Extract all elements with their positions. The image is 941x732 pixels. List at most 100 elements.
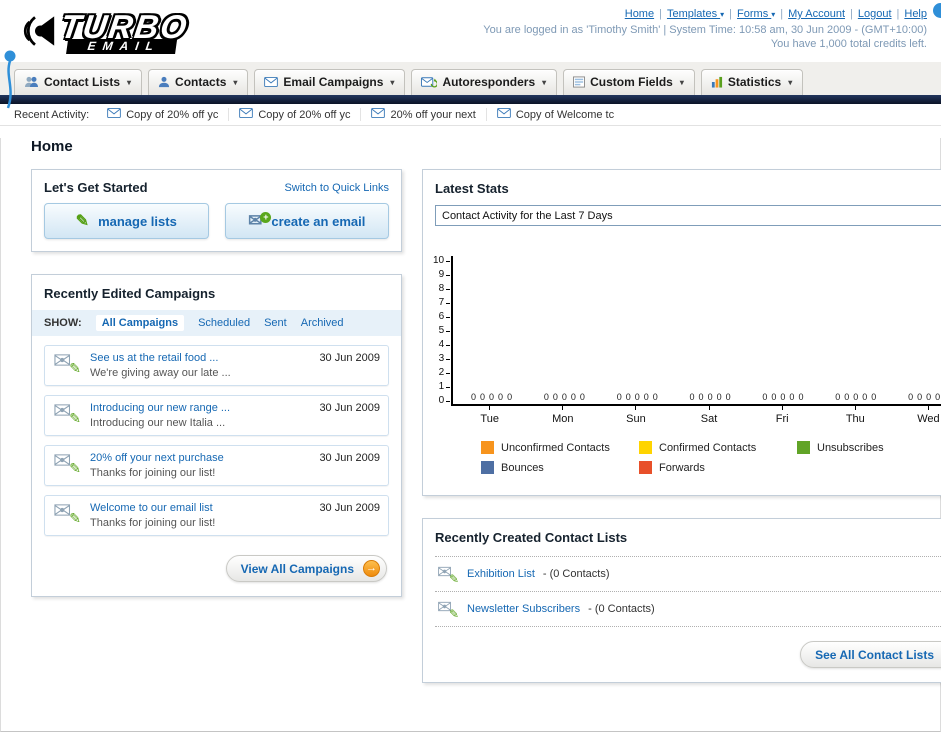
top-link-my-account[interactable]: My Account bbox=[788, 8, 845, 20]
lets-get-started-title: Let's Get Started bbox=[44, 180, 148, 195]
campaigns-panel-title: Recently Edited Campaigns bbox=[44, 286, 216, 301]
legend-row: Bounces Forwards bbox=[481, 461, 941, 474]
campaign-subtitle: Thanks for joining our list! bbox=[90, 517, 216, 529]
campaign-title-link[interactable]: Welcome to our email list bbox=[90, 502, 310, 514]
manage-lists-button[interactable]: ✎ manage lists bbox=[44, 203, 209, 239]
tab-autoresponders[interactable]: Autoresponders ▾ bbox=[411, 69, 558, 95]
chart-x-label: Wed bbox=[892, 406, 941, 425]
chevron-down-icon: ▾ bbox=[390, 77, 395, 87]
create-email-button[interactable]: ✉ + create an email bbox=[224, 203, 389, 239]
recent-activity-item[interactable]: 20% off your next bbox=[361, 108, 487, 121]
logo-title: TURBO bbox=[58, 8, 191, 45]
chart-value-label: 0 bbox=[689, 392, 695, 402]
top-link-help[interactable]: Help bbox=[904, 8, 927, 20]
stats-period-select[interactable]: Contact Activity for the Last 7 Days ▼ bbox=[435, 205, 941, 226]
credits-text: You have 1,000 total credits left. bbox=[770, 38, 927, 50]
recent-activity-item[interactable]: Copy of 20% off yc bbox=[229, 108, 362, 121]
separator: | bbox=[729, 8, 733, 20]
chart-x-label: Mon bbox=[526, 406, 599, 425]
view-all-row: View All Campaigns → bbox=[32, 545, 401, 596]
recent-activity-item[interactable]: Copy of Welcome tc bbox=[487, 108, 624, 121]
recent-activity-items: Copy of 20% off yc Copy of 20% off yc 20% … bbox=[97, 108, 624, 121]
chart-value-label: 0 bbox=[698, 392, 704, 402]
campaign-subtitle: Introducing our new Italia ... bbox=[90, 417, 226, 429]
separator: | bbox=[659, 8, 662, 20]
see-all-contact-lists-label: See All Contact Lists bbox=[815, 647, 934, 662]
chart-plot: 00000000000000000000000000000000000 bbox=[451, 256, 941, 406]
separator: | bbox=[780, 8, 784, 20]
campaign-filter-bar: SHOW: All Campaigns Scheduled Sent Archived bbox=[32, 310, 401, 336]
recently-edited-campaigns-panel: Recently Edited Campaigns SHOW: All Camp… bbox=[31, 274, 402, 597]
top-link-templates[interactable]: Templates ▾ bbox=[667, 8, 724, 20]
legend-swatch bbox=[481, 441, 494, 454]
chart-category-group: 00000 bbox=[674, 392, 747, 404]
campaign-title-link[interactable]: Introducing our new range ... bbox=[90, 402, 310, 414]
filter-sent[interactable]: Sent bbox=[264, 317, 287, 329]
chart-value-label: 0 bbox=[862, 392, 868, 402]
left-column: Let's Get Started Switch to Quick Links … bbox=[31, 169, 402, 619]
filter-scheduled[interactable]: Scheduled bbox=[198, 317, 250, 329]
navy-divider-bar bbox=[0, 95, 941, 104]
filter-all-campaigns[interactable]: All Campaigns bbox=[95, 315, 185, 331]
chart-value-label: 0 bbox=[789, 392, 795, 402]
chart-value-label: 0 bbox=[561, 392, 567, 402]
top-link-forms[interactable]: Forms ▾ bbox=[737, 8, 775, 20]
chart-value-label: 0 bbox=[543, 392, 549, 402]
view-all-campaigns-button[interactable]: View All Campaigns → bbox=[225, 555, 387, 582]
chart-category-group: 00000 bbox=[819, 392, 892, 404]
campaign-row: ✉ ✎ 20% off your next purchase Thanks for j… bbox=[44, 445, 389, 486]
chart-y-tick: 2 bbox=[439, 368, 451, 378]
legend-row: Unconfirmed Contacts Confirmed Contacts Un… bbox=[481, 441, 941, 454]
contact-list-link[interactable]: Newsletter Subscribers bbox=[467, 603, 580, 615]
chart-value-label: 0 bbox=[643, 392, 649, 402]
chart-value-label: 0 bbox=[652, 392, 658, 402]
campaign-rows: ✉ ✎ See us at the retail food ... We're giv… bbox=[32, 345, 401, 536]
chart-value-label: 0 bbox=[625, 392, 631, 402]
campaign-date: 30 Jun 2009 bbox=[319, 402, 380, 414]
chart-value-label: 0 bbox=[762, 392, 768, 402]
recent-activity-item[interactable]: Copy of 20% off yc bbox=[97, 108, 230, 121]
chart-y-tick: 10 bbox=[433, 256, 450, 266]
contact-lists-icon bbox=[24, 76, 39, 88]
legend-swatch bbox=[639, 441, 652, 454]
logo-subtitle: EMAIL bbox=[66, 39, 177, 54]
chart-y-tick: 3 bbox=[439, 354, 451, 364]
tab-statistics[interactable]: Statistics ▾ bbox=[700, 69, 804, 95]
top-link-logout[interactable]: Logout bbox=[858, 8, 892, 20]
chart-value-label: 0 bbox=[716, 392, 722, 402]
create-email-label: create an email bbox=[271, 213, 366, 229]
campaign-title-link[interactable]: 20% off your next purchase bbox=[90, 452, 310, 464]
tab-contact-lists[interactable]: Contact Lists ▾ bbox=[14, 69, 143, 95]
tab-custom-fields[interactable]: Custom Fields ▾ bbox=[563, 69, 695, 95]
email-campaigns-icon bbox=[264, 77, 279, 87]
chart-y-tick: 9 bbox=[439, 270, 451, 280]
campaign-title-link[interactable]: See us at the retail food ... bbox=[90, 352, 310, 364]
contacts-icon bbox=[158, 76, 170, 88]
top-link-home[interactable]: Home bbox=[625, 8, 654, 20]
see-all-contact-lists-button[interactable]: See All Contact Lists → bbox=[800, 641, 941, 668]
tab-contacts[interactable]: Contacts ▾ bbox=[148, 69, 249, 95]
envelope-icon bbox=[239, 108, 254, 121]
contact-list-count: - (0 Contacts) bbox=[588, 603, 655, 615]
campaign-text: Introducing our new range ... Introducing… bbox=[90, 402, 310, 429]
top-links: Home | Templates ▾ | Forms ▾ | My Account | Logo… bbox=[483, 8, 927, 20]
filter-archived[interactable]: Archived bbox=[301, 317, 344, 329]
chart-x-label: Sat bbox=[673, 406, 746, 425]
contact-list-link[interactable]: Exhibition List bbox=[467, 568, 535, 580]
chart-category-group: 00000 bbox=[455, 392, 528, 404]
switch-to-quick-links[interactable]: Switch to Quick Links bbox=[284, 182, 389, 194]
list-pencil-icon: ✉ ✎ bbox=[437, 563, 459, 586]
lets-get-started-header: Let's Get Started Switch to Quick Links bbox=[32, 170, 401, 203]
chart-value-label: 0 bbox=[616, 392, 622, 402]
tab-email-campaigns[interactable]: Email Campaigns ▾ bbox=[254, 69, 406, 95]
legend-item-bounces: Bounces bbox=[481, 461, 639, 474]
contact-activity-chart: 10 9 8 7 6 5 4 3 2 1 0 000000000000000000000000000… bbox=[423, 230, 941, 495]
campaign-text: See us at the retail food ... We're givin… bbox=[90, 352, 310, 379]
content-frame: Home Let's Get Started Switch to Quick L… bbox=[0, 138, 941, 732]
pencil-icon: ✎ bbox=[69, 460, 81, 476]
chart-value-label: 0 bbox=[935, 392, 941, 402]
chart-area: 10 9 8 7 6 5 4 3 2 1 0 000000000000000000000000000… bbox=[433, 256, 941, 425]
chart-value-label: 0 bbox=[552, 392, 558, 402]
custom-fields-icon bbox=[573, 76, 586, 88]
turbo-email-logo[interactable]: TURBO EMAIL bbox=[14, 4, 191, 60]
